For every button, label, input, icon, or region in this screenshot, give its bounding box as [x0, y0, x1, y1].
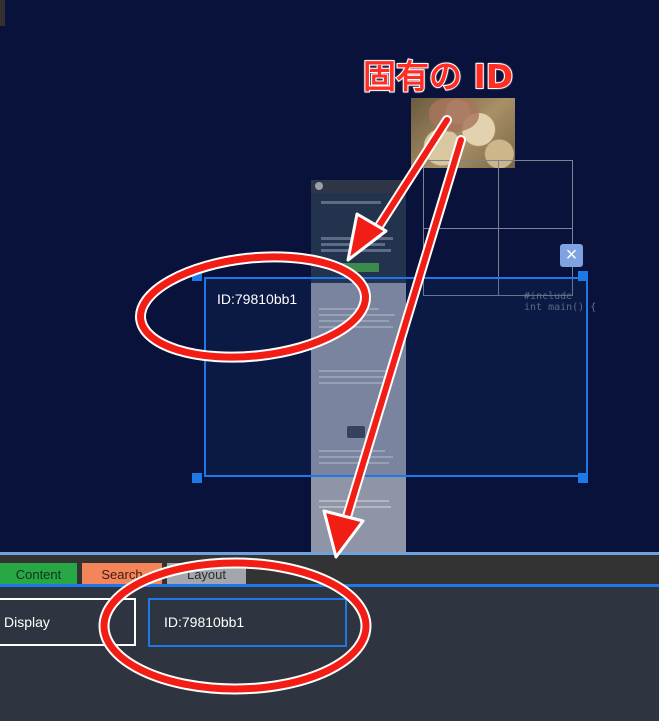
display-button[interactable]: Display: [0, 598, 136, 646]
hero-line: [321, 243, 385, 246]
phone-hero: [311, 193, 406, 283]
hero-line: [321, 249, 391, 252]
selected-element-frame[interactable]: [204, 277, 588, 477]
resize-handle-bottom-left[interactable]: [192, 473, 202, 483]
photo-thumbnail[interactable]: [411, 98, 515, 168]
phone-text-line: [319, 500, 389, 502]
resize-handle-top-left[interactable]: [192, 271, 202, 281]
tab-bar: Content Search Layout: [0, 555, 659, 587]
editor-canvas[interactable]: #include int main() { ID:79810bb1 × 固有の …: [0, 0, 659, 552]
element-id-field[interactable]: ID:79810bb1: [148, 598, 347, 647]
phone-topbar: [311, 180, 406, 193]
github-icon: [315, 182, 323, 190]
hero-button: [341, 263, 379, 272]
resize-handle-bottom-right[interactable]: [578, 473, 588, 483]
grid-divider-horizontal: [424, 228, 572, 229]
photo-hand: [429, 98, 479, 132]
element-id-label: ID:79810bb1: [217, 291, 298, 307]
tab-underline: [0, 584, 659, 587]
grid-frame-element[interactable]: [423, 160, 573, 296]
annotation-heading: 固有の ID: [362, 56, 514, 97]
phone-text-line: [319, 506, 391, 508]
hero-line: [321, 237, 393, 240]
resize-handle-top-right[interactable]: [578, 271, 588, 281]
close-icon[interactable]: ×: [560, 244, 583, 267]
hero-line: [321, 201, 381, 204]
corner-marker: [0, 0, 5, 26]
